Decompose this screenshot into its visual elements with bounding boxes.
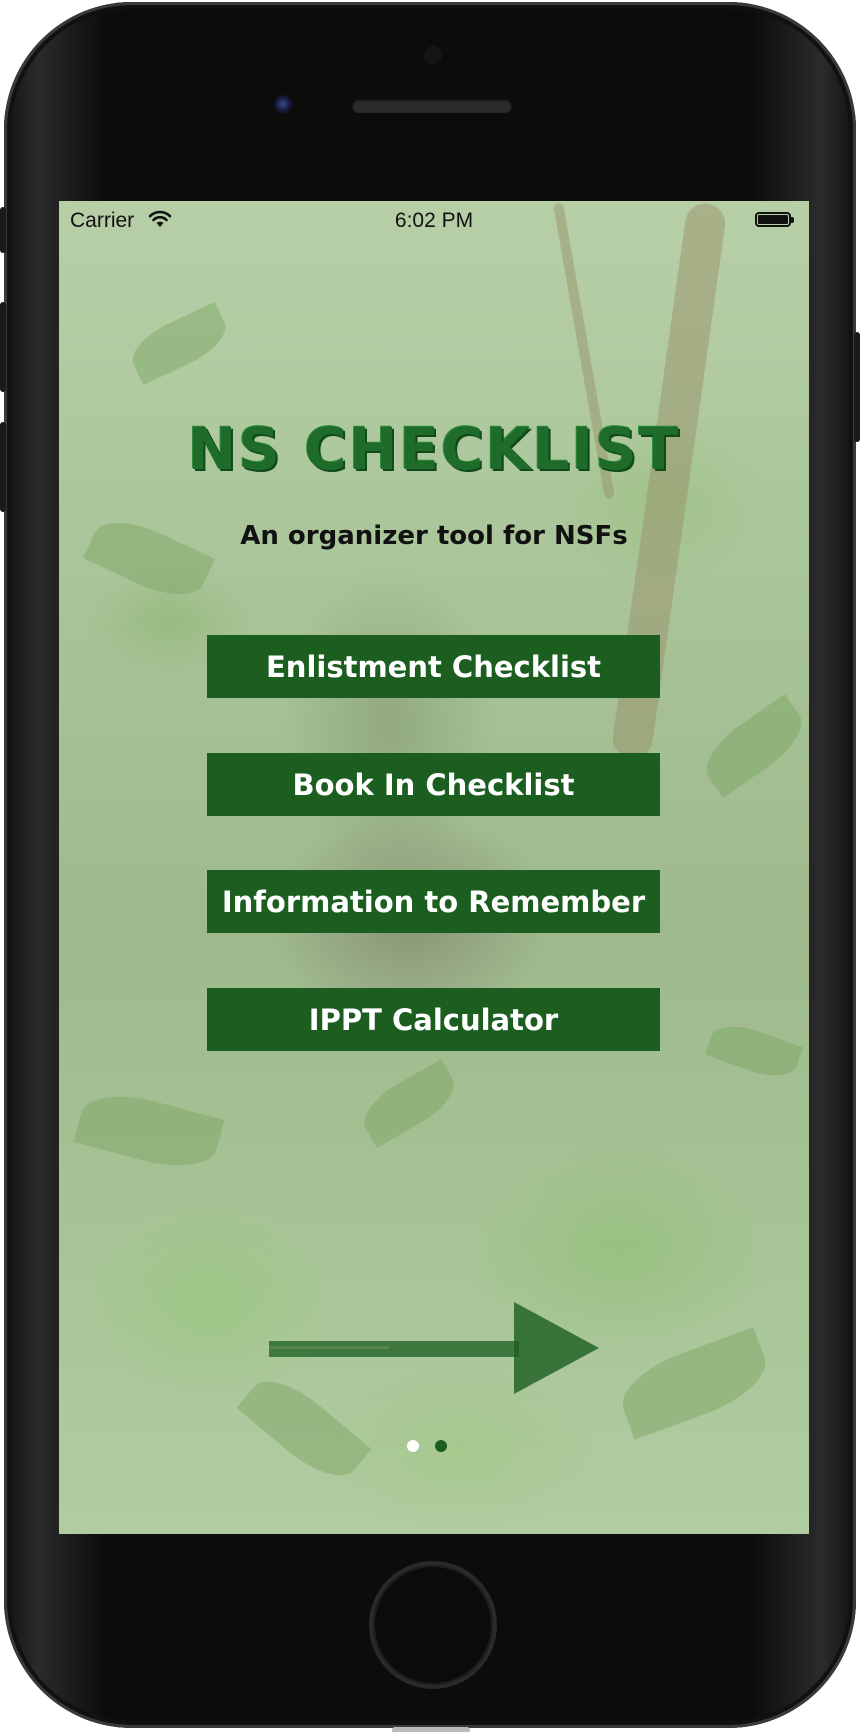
app-subtitle: An organizer tool for NSFs bbox=[240, 521, 628, 551]
background-leaf bbox=[73, 1083, 225, 1179]
status-bar: Carrier 6:02 PM bbox=[59, 201, 809, 241]
background-leaf bbox=[694, 693, 809, 799]
earpiece-speaker bbox=[352, 99, 512, 113]
phone-frame: Carrier 6:02 PM NS CHECKLIST An organize… bbox=[0, 2, 860, 1728]
page-dot-1[interactable] bbox=[407, 1440, 419, 1452]
battery-level bbox=[758, 215, 788, 224]
background-leaf bbox=[612, 1327, 776, 1440]
background-leaf bbox=[124, 301, 234, 386]
book-in-checklist-button[interactable]: Book In Checklist bbox=[207, 753, 660, 816]
home-button[interactable] bbox=[373, 1565, 493, 1685]
battery-icon bbox=[755, 212, 794, 227]
mute-switch bbox=[0, 207, 6, 253]
page-control[interactable] bbox=[407, 1440, 467, 1454]
front-camera bbox=[274, 95, 294, 115]
proximity-sensor bbox=[424, 46, 442, 64]
power-button bbox=[854, 332, 860, 442]
ippt-calculator-button[interactable]: IPPT Calculator bbox=[207, 988, 660, 1051]
battery-nub bbox=[791, 217, 794, 223]
app-screen: Carrier 6:02 PM NS CHECKLIST An organize… bbox=[59, 201, 809, 1534]
enlistment-checklist-button[interactable]: Enlistment Checklist bbox=[207, 635, 660, 698]
arrow-right-icon[interactable] bbox=[269, 1302, 599, 1394]
information-to-remember-button[interactable]: Information to Remember bbox=[207, 870, 660, 933]
phone-bottom-edge bbox=[392, 1727, 470, 1732]
volume-up-button bbox=[0, 302, 6, 392]
clock: 6:02 PM bbox=[394, 209, 474, 232]
volume-down-button bbox=[0, 422, 6, 512]
background-leaf bbox=[354, 1059, 464, 1148]
app-title: NS CHECKLIST bbox=[187, 415, 681, 483]
page-dot-2[interactable] bbox=[435, 1440, 447, 1452]
background-leaf bbox=[704, 1016, 804, 1086]
